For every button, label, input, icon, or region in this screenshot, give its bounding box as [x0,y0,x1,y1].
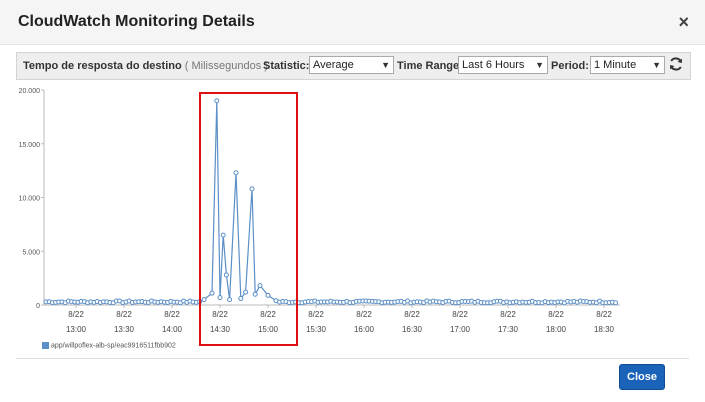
legend-swatch [42,342,49,349]
highlight-box [199,92,298,346]
x-tick-time-label: 16:00 [354,325,375,334]
x-tick-time-label: 17:30 [498,325,519,334]
response-time-chart: 20.000 15.000 10.000 5.000 0 8/22 13:00 8/22 13:… [19,88,620,334]
time-range-select[interactable]: Last 6 Hours ▼ [458,56,548,74]
x-tick-time-label: 18:30 [594,325,615,334]
x-tick-time-label: 16:30 [402,325,423,334]
x-tick-time-label: 14:00 [162,325,183,334]
period-label: Period: [551,60,589,72]
cloudwatch-dialog: CloudWatch Monitoring Details × Tempo de… [0,0,705,402]
period-value: 1 Minute [594,59,637,71]
period-select[interactable]: 1 Minute ▼ [590,56,665,74]
x-tick-date-label: 8/22 [452,310,468,319]
x-tick-time-label: 13:00 [66,325,87,334]
y-tick-label: 10.000 [19,196,41,203]
dialog-title: CloudWatch Monitoring Details [18,13,255,30]
x-tick-date-label: 8/22 [596,310,612,319]
metric-name: Tempo de resposta do destino [23,60,182,72]
metric-toolbar: Tempo de resposta do destino ( Milissegu… [16,52,691,80]
x-tick-time-label: 18:00 [546,325,567,334]
x-tick-date-label: 8/22 [116,310,132,319]
y-tick-label: 15.000 [19,142,41,149]
x-tick-date-label: 8/22 [500,310,516,319]
refresh-icon[interactable] [668,56,684,72]
close-button[interactable]: Close [619,364,665,390]
x-tick-date-label: 8/22 [68,310,84,319]
chart-legend[interactable]: app/willpoflex-alb-sp/eac9916511fbb902 [42,342,176,349]
x-tick-time-label: 17:00 [450,325,471,334]
x-tick-date-label: 8/22 [308,310,324,319]
y-tick-label: 20.000 [19,88,41,95]
footer-divider [16,358,689,359]
close-icon[interactable]: × [678,12,689,32]
dialog-header: CloudWatch Monitoring Details × [0,0,705,45]
x-tick-date-label: 8/22 [356,310,372,319]
statistic-select[interactable]: Average ▼ [309,56,394,74]
statistic-label: Statistic: [263,60,310,72]
x-tick-date-label: 8/22 [548,310,564,319]
y-tick-label: 0 [36,303,40,310]
chevron-down-icon: ▼ [535,60,544,70]
chevron-down-icon: ▼ [652,60,661,70]
statistic-value: Average [313,59,354,71]
data-point [613,300,619,306]
metric-unit: ( Milissegundos ) [184,60,268,72]
series-line [45,100,616,304]
y-tick-label: 5.000 [22,249,40,256]
time-range-label: Time Range: [397,60,463,72]
time-range-value: Last 6 Hours [462,59,525,71]
x-tick-date-label: 8/22 [404,310,420,319]
x-tick-date-label: 8/22 [164,310,180,319]
x-tick-time-label: 15:30 [306,325,327,334]
x-tick-time-label: 13:30 [114,325,135,334]
metric-title: Tempo de resposta do destino ( Milissegu… [23,60,268,72]
chevron-down-icon: ▼ [381,60,390,70]
legend-series-name: app/willpoflex-alb-sp/eac9916511fbb902 [51,342,176,350]
